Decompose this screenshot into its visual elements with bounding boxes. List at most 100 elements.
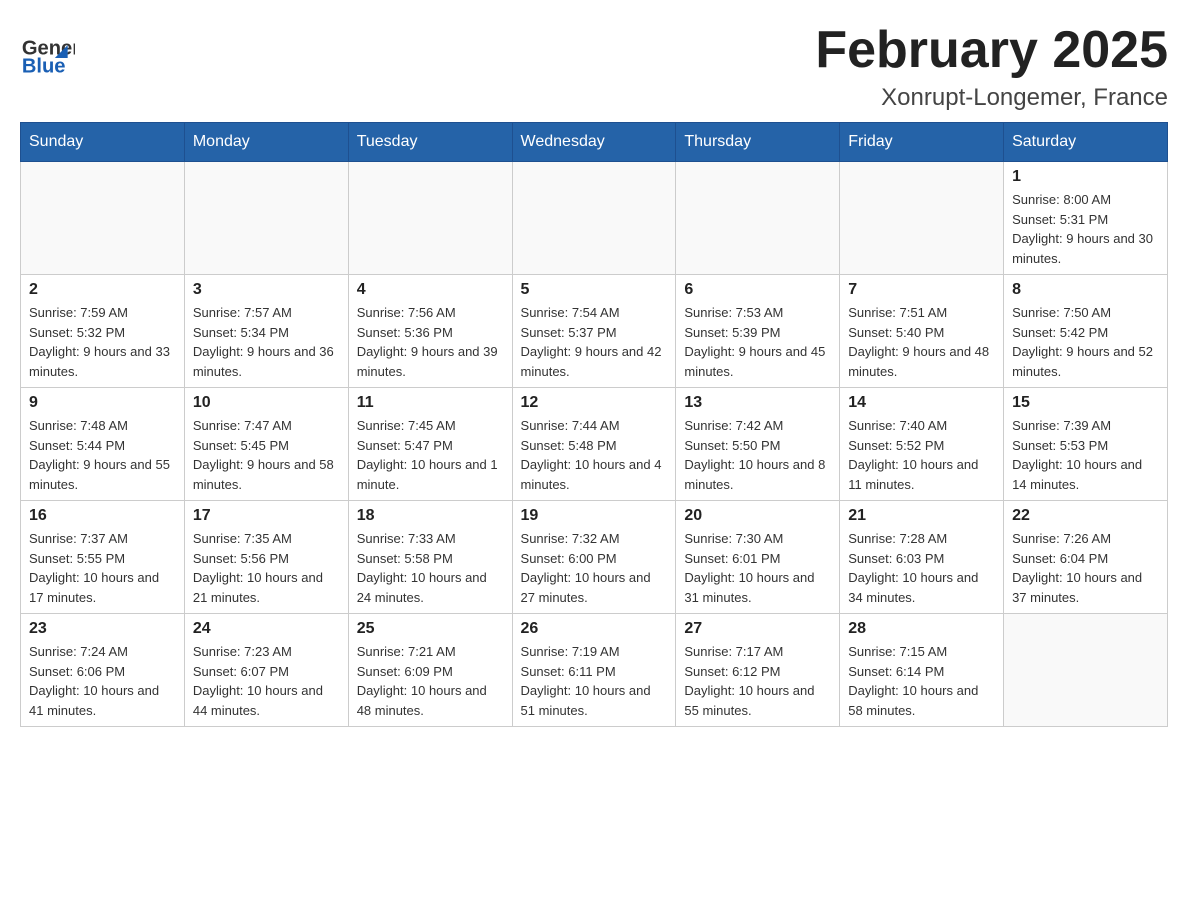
calendar-week-row: 1 Sunrise: 8:00 AMSunset: 5:31 PMDaylight… <box>21 162 1168 275</box>
day-number: 16 <box>29 507 176 525</box>
calendar-day-cell: 9 Sunrise: 7:48 AMSunset: 5:44 PMDaylight… <box>21 388 185 501</box>
day-number: 15 <box>1012 394 1159 412</box>
day-number: 17 <box>193 507 340 525</box>
calendar-week-row: 16 Sunrise: 7:37 AMSunset: 5:55 PMDayligh… <box>21 501 1168 614</box>
calendar-day-cell: 23 Sunrise: 7:24 AMSunset: 6:06 PMDayligh… <box>21 614 185 727</box>
day-number: 10 <box>193 394 340 412</box>
day-number: 18 <box>357 507 504 525</box>
day-number: 14 <box>848 394 995 412</box>
header-thursday: Thursday <box>676 123 840 162</box>
day-number: 27 <box>684 620 831 638</box>
calendar-day-cell: 15 Sunrise: 7:39 AMSunset: 5:53 PMDayligh… <box>1004 388 1168 501</box>
day-number: 26 <box>521 620 668 638</box>
header-wednesday: Wednesday <box>512 123 676 162</box>
day-number: 24 <box>193 620 340 638</box>
calendar-day-cell: 14 Sunrise: 7:40 AMSunset: 5:52 PMDayligh… <box>840 388 1004 501</box>
page-title: February 2025 <box>815 20 1168 80</box>
calendar-day-cell <box>840 162 1004 275</box>
day-info: Sunrise: 7:28 AMSunset: 6:03 PMDaylight:… <box>848 529 995 607</box>
calendar-day-cell: 16 Sunrise: 7:37 AMSunset: 5:55 PMDayligh… <box>21 501 185 614</box>
calendar-day-cell: 25 Sunrise: 7:21 AMSunset: 6:09 PMDayligh… <box>348 614 512 727</box>
day-info: Sunrise: 7:17 AMSunset: 6:12 PMDaylight:… <box>684 642 831 720</box>
day-number: 21 <box>848 507 995 525</box>
page-subtitle: Xonrupt-Longemer, France <box>815 84 1168 112</box>
day-info: Sunrise: 7:23 AMSunset: 6:07 PMDaylight:… <box>193 642 340 720</box>
calendar-day-cell: 20 Sunrise: 7:30 AMSunset: 6:01 PMDayligh… <box>676 501 840 614</box>
day-number: 20 <box>684 507 831 525</box>
calendar-day-cell: 17Sunrise: 7:35 AMSunset: 5:56 PMDayligh… <box>184 501 348 614</box>
calendar-table: Sunday Monday Tuesday Wednesday Thursday… <box>20 122 1168 727</box>
calendar-day-cell: 24 Sunrise: 7:23 AMSunset: 6:07 PMDayligh… <box>184 614 348 727</box>
calendar-day-cell: 3 Sunrise: 7:57 AMSunset: 5:34 PMDaylight… <box>184 275 348 388</box>
calendar-day-cell: 13Sunrise: 7:42 AMSunset: 5:50 PMDayligh… <box>676 388 840 501</box>
calendar-day-cell <box>348 162 512 275</box>
day-info: Sunrise: 7:45 AMSunset: 5:47 PMDaylight:… <box>357 416 504 494</box>
day-number: 4 <box>357 281 504 299</box>
calendar-day-cell: 26 Sunrise: 7:19 AMSunset: 6:11 PMDayligh… <box>512 614 676 727</box>
calendar-day-cell: 5 Sunrise: 7:54 AMSunset: 5:37 PMDaylight… <box>512 275 676 388</box>
day-info: Sunrise: 7:40 AMSunset: 5:52 PMDaylight:… <box>848 416 995 494</box>
title-section: February 2025 Xonrupt-Longemer, France <box>815 20 1168 112</box>
calendar-day-cell <box>676 162 840 275</box>
logo: General Blue <box>20 20 77 80</box>
header-friday: Friday <box>840 123 1004 162</box>
day-number: 8 <box>1012 281 1159 299</box>
calendar-week-row: 2 Sunrise: 7:59 AMSunset: 5:32 PMDaylight… <box>21 275 1168 388</box>
day-info: Sunrise: 8:00 AMSunset: 5:31 PMDaylight:… <box>1012 190 1159 268</box>
day-number: 3 <box>193 281 340 299</box>
calendar-day-cell: 2 Sunrise: 7:59 AMSunset: 5:32 PMDaylight… <box>21 275 185 388</box>
day-info: Sunrise: 7:24 AMSunset: 6:06 PMDaylight:… <box>29 642 176 720</box>
day-number: 23 <box>29 620 176 638</box>
day-number: 6 <box>684 281 831 299</box>
day-info: Sunrise: 7:53 AMSunset: 5:39 PMDaylight:… <box>684 303 831 381</box>
day-info: Sunrise: 7:48 AMSunset: 5:44 PMDaylight:… <box>29 416 176 494</box>
svg-text:Blue: Blue <box>22 56 66 78</box>
day-info: Sunrise: 7:57 AMSunset: 5:34 PMDaylight:… <box>193 303 340 381</box>
day-info: Sunrise: 7:30 AMSunset: 6:01 PMDaylight:… <box>684 529 831 607</box>
day-number: 9 <box>29 394 176 412</box>
calendar-day-cell <box>512 162 676 275</box>
day-info: Sunrise: 7:15 AMSunset: 6:14 PMDaylight:… <box>848 642 995 720</box>
day-number: 11 <box>357 394 504 412</box>
calendar-day-cell: 7Sunrise: 7:51 AMSunset: 5:40 PMDaylight… <box>840 275 1004 388</box>
day-number: 25 <box>357 620 504 638</box>
day-info: Sunrise: 7:32 AMSunset: 6:00 PMDaylight:… <box>521 529 668 607</box>
calendar-day-cell: 18 Sunrise: 7:33 AMSunset: 5:58 PMDayligh… <box>348 501 512 614</box>
header-saturday: Saturday <box>1004 123 1168 162</box>
calendar-day-cell: 19 Sunrise: 7:32 AMSunset: 6:00 PMDayligh… <box>512 501 676 614</box>
calendar-day-cell <box>21 162 185 275</box>
day-info: Sunrise: 7:59 AMSunset: 5:32 PMDaylight:… <box>29 303 176 381</box>
calendar-day-cell: 10Sunrise: 7:47 AMSunset: 5:45 PMDayligh… <box>184 388 348 501</box>
day-info: Sunrise: 7:37 AMSunset: 5:55 PMDaylight:… <box>29 529 176 607</box>
day-number: 19 <box>521 507 668 525</box>
day-info: Sunrise: 7:50 AMSunset: 5:42 PMDaylight:… <box>1012 303 1159 381</box>
day-number: 22 <box>1012 507 1159 525</box>
page-header: General Blue February 2025 Xonrupt-Longe… <box>20 20 1168 112</box>
calendar-day-cell: 22 Sunrise: 7:26 AMSunset: 6:04 PMDayligh… <box>1004 501 1168 614</box>
day-info: Sunrise: 7:19 AMSunset: 6:11 PMDaylight:… <box>521 642 668 720</box>
calendar-week-row: 23 Sunrise: 7:24 AMSunset: 6:06 PMDayligh… <box>21 614 1168 727</box>
day-number: 7 <box>848 281 995 299</box>
day-number: 1 <box>1012 168 1159 186</box>
day-info: Sunrise: 7:33 AMSunset: 5:58 PMDaylight:… <box>357 529 504 607</box>
header-sunday: Sunday <box>21 123 185 162</box>
day-info: Sunrise: 7:39 AMSunset: 5:53 PMDaylight:… <box>1012 416 1159 494</box>
calendar-day-cell: 8 Sunrise: 7:50 AMSunset: 5:42 PMDaylight… <box>1004 275 1168 388</box>
calendar-day-cell: 6 Sunrise: 7:53 AMSunset: 5:39 PMDaylight… <box>676 275 840 388</box>
calendar-header-row: Sunday Monday Tuesday Wednesday Thursday… <box>21 123 1168 162</box>
day-info: Sunrise: 7:21 AMSunset: 6:09 PMDaylight:… <box>357 642 504 720</box>
day-number: 5 <box>521 281 668 299</box>
calendar-day-cell <box>184 162 348 275</box>
day-info: Sunrise: 7:44 AMSunset: 5:48 PMDaylight:… <box>521 416 668 494</box>
calendar-week-row: 9 Sunrise: 7:48 AMSunset: 5:44 PMDaylight… <box>21 388 1168 501</box>
day-info: Sunrise: 7:26 AMSunset: 6:04 PMDaylight:… <box>1012 529 1159 607</box>
day-info: Sunrise: 7:54 AMSunset: 5:37 PMDaylight:… <box>521 303 668 381</box>
calendar-day-cell <box>1004 614 1168 727</box>
day-info: Sunrise: 7:42 AMSunset: 5:50 PMDaylight:… <box>684 416 831 494</box>
day-info: Sunrise: 7:56 AMSunset: 5:36 PMDaylight:… <box>357 303 504 381</box>
calendar-day-cell: 27 Sunrise: 7:17 AMSunset: 6:12 PMDayligh… <box>676 614 840 727</box>
logo-icon: General Blue <box>20 25 75 80</box>
calendar-day-cell: 21 Sunrise: 7:28 AMSunset: 6:03 PMDayligh… <box>840 501 1004 614</box>
calendar-day-cell: 4 Sunrise: 7:56 AMSunset: 5:36 PMDaylight… <box>348 275 512 388</box>
day-number: 2 <box>29 281 176 299</box>
